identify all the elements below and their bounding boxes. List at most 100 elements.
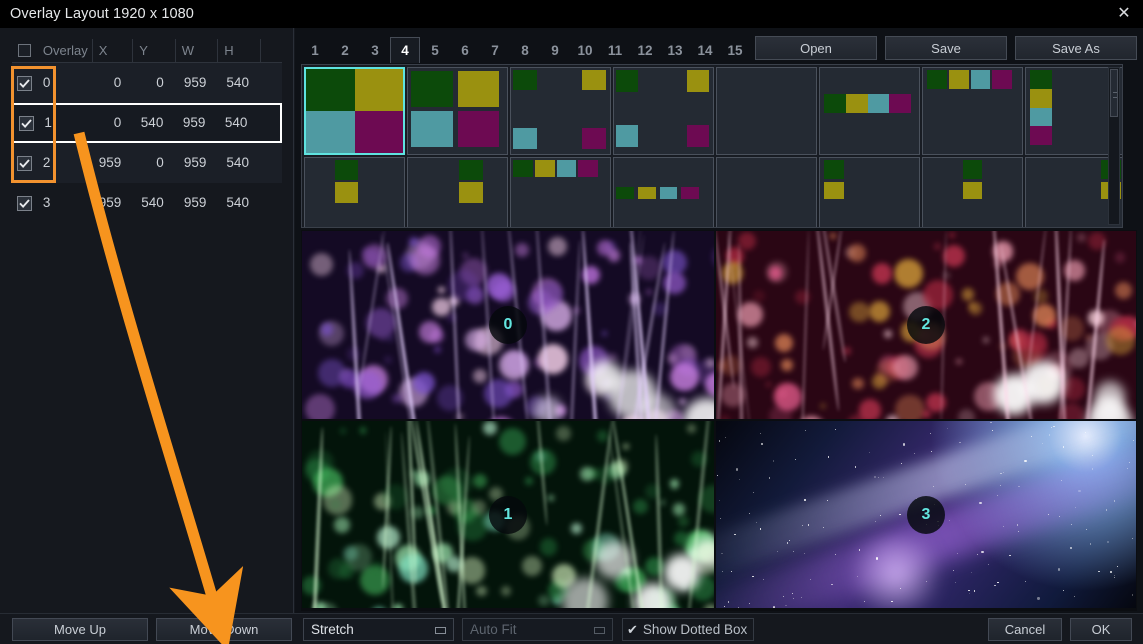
layout-thumbnail-3[interactable]: [510, 67, 611, 155]
scale-mode-dropdown[interactable]: Stretch: [303, 618, 454, 641]
cell-x[interactable]: 959: [93, 183, 134, 223]
layout-tab-8[interactable]: 8: [510, 37, 540, 63]
ok-button[interactable]: OK: [1070, 618, 1132, 641]
cell-w[interactable]: 959: [176, 63, 219, 103]
layout-tab-9[interactable]: 9: [540, 37, 570, 63]
layout-tab-2[interactable]: 2: [330, 37, 360, 63]
layout-thumbnail-11[interactable]: [510, 157, 611, 227]
cell-spacer: [261, 143, 282, 183]
thumbnail-region: [948, 69, 969, 89]
thumbnail-region: [962, 159, 983, 179]
thumbnail-region: [354, 111, 403, 153]
table-row[interactable]: 3 959 540 959 540: [12, 183, 282, 223]
row-checkbox[interactable]: [12, 143, 37, 183]
column-header-x: X: [93, 38, 134, 63]
layout-thumbnail-14[interactable]: [819, 157, 920, 227]
table-row[interactable]: 1 0 540 959 540: [12, 103, 282, 143]
overlay-index-badge: 0: [489, 306, 527, 344]
cell-spacer: [261, 63, 282, 103]
column-header-overlay: Overlay: [37, 38, 93, 63]
layout-thumbnail-15[interactable]: [922, 157, 1023, 227]
layout-tab-3[interactable]: 3: [360, 37, 390, 63]
thumbnail-region: [823, 159, 844, 179]
thumbnail-region: [578, 159, 599, 177]
layout-tab-15[interactable]: 15: [720, 37, 750, 63]
preview-pane-3[interactable]: 3: [715, 420, 1137, 609]
layout-tab-13[interactable]: 13: [660, 37, 690, 63]
thumbnail-region: [354, 69, 403, 111]
thumbnail-scrollbar[interactable]: [1108, 67, 1120, 225]
cell-h[interactable]: 540: [218, 183, 261, 223]
layout-thumbnail-13[interactable]: [716, 157, 817, 227]
layout-tab-11[interactable]: 11: [600, 37, 630, 63]
bottom-toolbar: Move Up Move Down Stretch Auto Fit ✔ Sho…: [0, 613, 1143, 644]
layout-tab-6[interactable]: 6: [450, 37, 480, 63]
open-button[interactable]: Open: [755, 36, 877, 60]
table-row[interactable]: 0 0 0 959 540: [12, 63, 282, 103]
column-header-h: H: [218, 38, 261, 63]
layout-thumbnail-10[interactable]: [407, 157, 508, 227]
cell-h[interactable]: 540: [218, 63, 261, 103]
thumbnail-region: [615, 187, 634, 200]
row-checkbox[interactable]: [12, 183, 37, 223]
table-body: 0 0 0 959 540 1 0 540 959 540 2 959 0 959 540 3 959 540 95…: [12, 63, 282, 223]
cell-x[interactable]: 0: [93, 103, 133, 143]
move-up-button[interactable]: Move Up: [12, 618, 148, 641]
layout-thumbnail-2[interactable]: [407, 67, 508, 155]
header-select-all-checkbox[interactable]: [12, 39, 37, 63]
save-button[interactable]: Save: [885, 36, 1007, 60]
preview-pane-2[interactable]: 2: [715, 230, 1137, 420]
cell-x[interactable]: 0: [93, 63, 134, 103]
file-button-group: Open Save Save As: [755, 36, 1137, 60]
layout-tab-7[interactable]: 7: [480, 37, 510, 63]
layout-tab-12[interactable]: 12: [630, 37, 660, 63]
overlay-layout-dialog: Overlay Layout 1920 x 1080 ✕ Overlay X Y…: [0, 0, 1143, 644]
row-checkbox[interactable]: [14, 103, 38, 143]
cell-h[interactable]: 540: [218, 143, 261, 183]
cell-y[interactable]: 0: [133, 143, 176, 183]
show-dotted-box-checkbox[interactable]: ✔ Show Dotted Box: [622, 618, 755, 641]
layout-thumbnail-1[interactable]: [304, 67, 405, 155]
cell-x[interactable]: 959: [93, 143, 134, 183]
layout-tab-5[interactable]: 5: [420, 37, 450, 63]
layout-tab-4[interactable]: 4: [390, 37, 420, 63]
preview-pane-1[interactable]: 1: [301, 420, 715, 609]
checkmark-icon: ✔: [627, 621, 638, 637]
move-down-button[interactable]: Move Down: [156, 618, 292, 641]
cell-w[interactable]: 959: [176, 183, 219, 223]
layout-preview-panel: 12345678910111213141516 Open Save Save A…: [295, 28, 1143, 613]
layout-tab-1[interactable]: 1: [300, 37, 330, 63]
layout-thumbnail-12[interactable]: [613, 157, 714, 227]
layout-thumbnail-6[interactable]: [819, 67, 920, 155]
table-row[interactable]: 2 959 0 959 540: [12, 143, 282, 183]
cell-spacer: [259, 103, 280, 143]
cell-w[interactable]: 959: [176, 143, 219, 183]
column-header-y: Y: [133, 38, 176, 63]
preview-pane-0[interactable]: 0: [301, 230, 715, 420]
close-icon[interactable]: ✕: [1111, 3, 1137, 25]
layout-thumbnail-7[interactable]: [922, 67, 1023, 155]
thumbnail-region: [992, 69, 1013, 89]
overlay-list-panel: Overlay X Y W H 0 0 0 959 540 1 0 540 959 540 2 959…: [0, 28, 294, 613]
cell-y[interactable]: 0: [133, 63, 176, 103]
row-checkbox[interactable]: [12, 63, 37, 103]
scrollbar-thumb[interactable]: [1110, 69, 1118, 117]
layout-tab-10[interactable]: 10: [570, 37, 600, 63]
layout-thumbnail-9[interactable]: [304, 157, 405, 227]
thumbnail-region: [889, 93, 912, 113]
cell-y[interactable]: 540: [133, 183, 176, 223]
cell-y[interactable]: 540: [133, 103, 175, 143]
thumbnail-region: [867, 93, 890, 113]
save-as-button[interactable]: Save As: [1015, 36, 1137, 60]
layout-tab-14[interactable]: 14: [690, 37, 720, 63]
overlay-table: Overlay X Y W H 0 0 0 959 540 1 0 540 959 540 2 959…: [12, 38, 282, 223]
fit-mode-dropdown[interactable]: Auto Fit: [462, 618, 613, 641]
layout-thumbnail-5[interactable]: [716, 67, 817, 155]
cell-w[interactable]: 959: [175, 103, 217, 143]
cell-h[interactable]: 540: [217, 103, 259, 143]
thumbnail-region: [823, 182, 844, 200]
layout-thumbnail-grid: [302, 65, 1122, 227]
cancel-button[interactable]: Cancel: [988, 618, 1062, 641]
layout-thumbnail-4[interactable]: [613, 67, 714, 155]
overlay-preview-grid: 0 2 1 3: [301, 230, 1137, 611]
